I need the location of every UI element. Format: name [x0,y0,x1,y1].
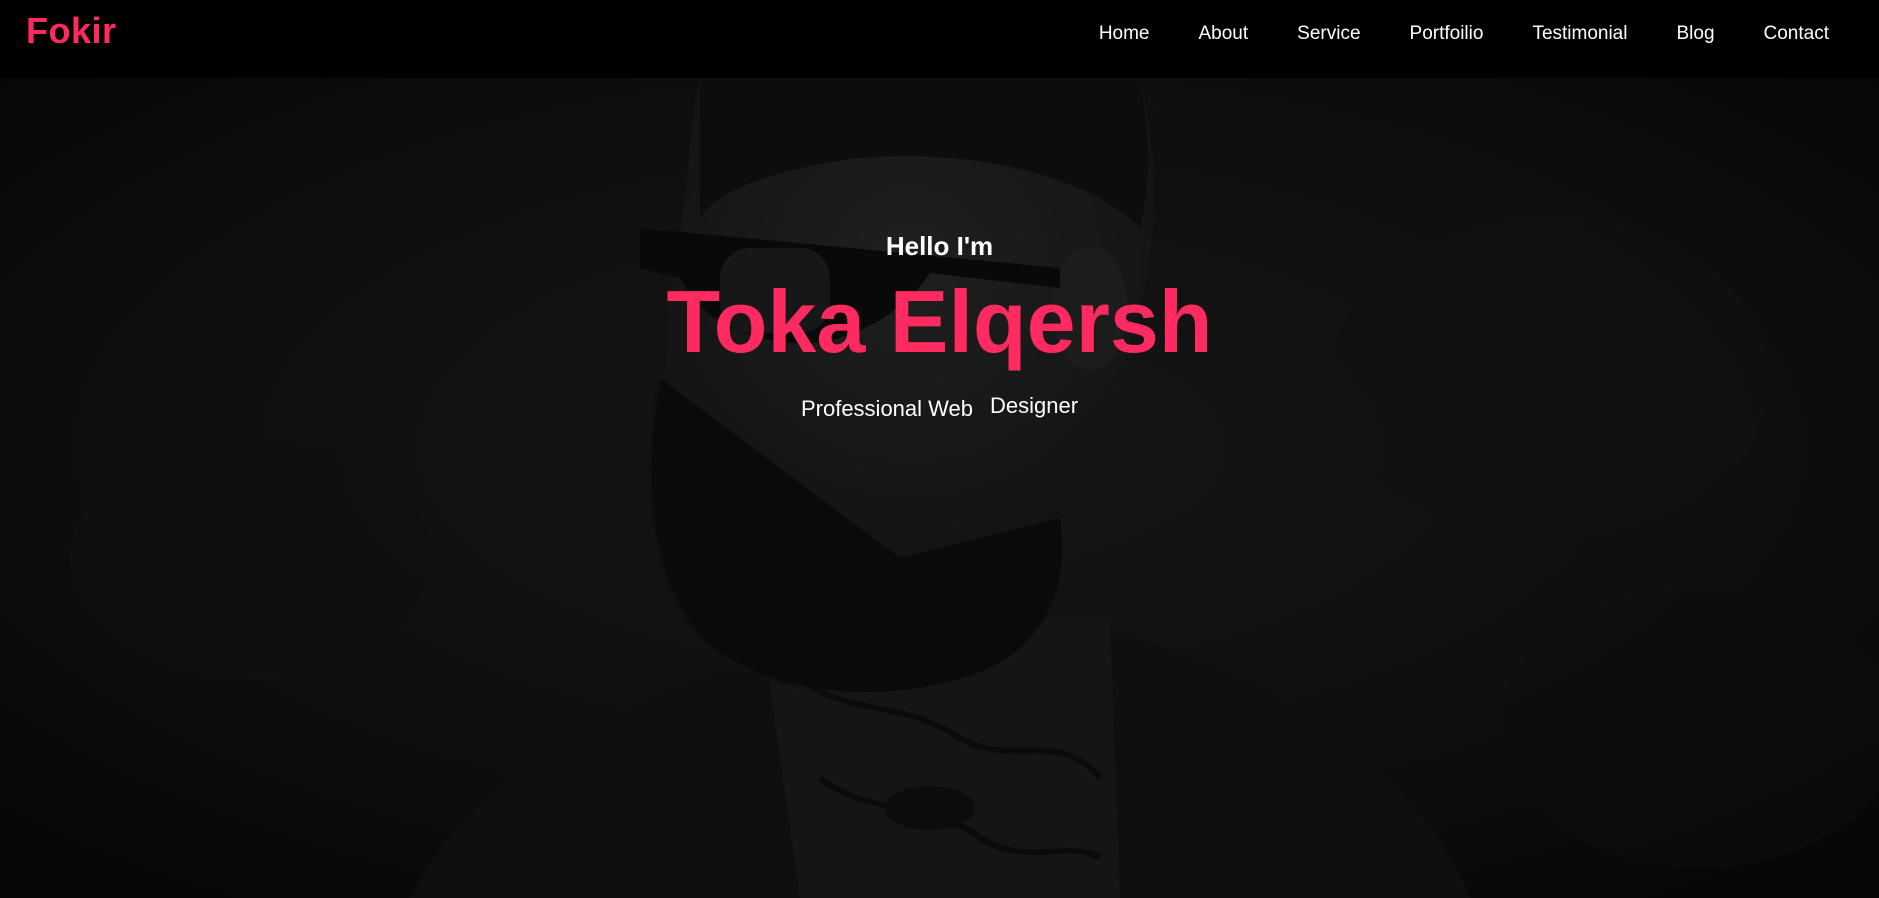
nav-link-service[interactable]: Service [1297,23,1360,45]
nav-link-about[interactable]: About [1199,23,1249,45]
nav-link-portfolio[interactable]: Portfoilio [1410,23,1484,45]
hero-role-typed: Designer [989,393,1079,418]
nav-link-home[interactable]: Home [1099,23,1150,45]
hero-name: Toka Elqersh [666,272,1213,371]
hero-section [0,78,1879,898]
navbar: Fokir Home About Service Portfoilio Test… [0,0,1879,78]
nav-link-testimonial[interactable]: Testimonial [1532,23,1627,45]
page: Fokir Home About Service Portfoilio Test… [0,0,1879,898]
hero-greeting: Hello I'm [885,231,994,261]
nav-link-blog[interactable]: Blog [1676,23,1714,45]
hero-dark-overlay [0,78,1879,898]
nav-menu: Home About Service Portfoilio Testimonia… [1050,0,1829,68]
hero-role-prefix: Professional Web [800,396,973,421]
brand-logo[interactable]: Fokir [26,10,117,52]
hero-role: Professional Web Designer [0,393,1879,421]
nav-link-contact[interactable]: Contact [1764,23,1829,45]
